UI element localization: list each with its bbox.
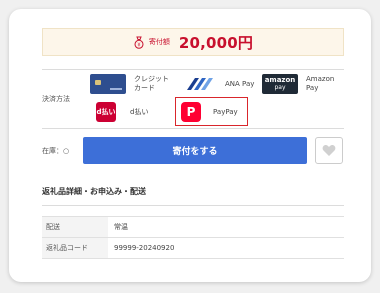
details-section-title: 返礼品詳細・お申込み・配送 bbox=[42, 187, 146, 196]
payment-option-paypay[interactable]: P PayPay bbox=[175, 97, 248, 126]
table-value-cell: 常温 bbox=[108, 216, 344, 238]
svg-text:¥: ¥ bbox=[137, 42, 140, 48]
amazon-logo-pay-text: pay bbox=[274, 84, 286, 91]
payment-option-amazon-pay[interactable]: amazon pay Amazon Pay bbox=[262, 74, 334, 94]
amazon-pay-label-line1: Amazon bbox=[306, 75, 335, 83]
payment-option-credit-card[interactable]: クレジット カード bbox=[90, 74, 169, 94]
credit-card-label-line1: クレジット bbox=[134, 75, 169, 83]
paypay-label: PayPay bbox=[213, 107, 238, 116]
d-barai-icon: d払い bbox=[96, 102, 116, 122]
donation-amount-box: ¥ 寄付額 20,000円 bbox=[42, 28, 344, 56]
d-barai-label: d払い bbox=[130, 107, 149, 116]
heart-icon bbox=[322, 145, 336, 156]
table-header-cell: 配送 bbox=[42, 216, 108, 238]
stock-label: 在庫： bbox=[42, 147, 63, 155]
table-header-cell: 返礼品コード bbox=[42, 237, 108, 259]
payment-option-d-barai[interactable]: d払い d払い bbox=[96, 102, 148, 122]
stock-status: 在庫：○ bbox=[42, 146, 69, 156]
stock-value: ○ bbox=[63, 147, 70, 155]
money-bag-icon: ¥ bbox=[134, 36, 144, 49]
amount-label: 寄付額 bbox=[148, 38, 170, 46]
ana-pay-icon bbox=[187, 78, 213, 90]
amount-value: 20,000円 bbox=[178, 33, 254, 52]
divider bbox=[42, 128, 344, 129]
payment-option-ana-pay[interactable]: ANA Pay bbox=[181, 74, 254, 94]
d-barai-logo-text: d払い bbox=[96, 107, 116, 116]
donate-button[interactable]: 寄付をする bbox=[83, 137, 307, 164]
amazon-pay-label-line2: Pay bbox=[306, 84, 319, 92]
divider bbox=[42, 205, 344, 206]
details-table: 配送 常温 返礼品コード 99999-20240920 bbox=[42, 216, 344, 259]
ana-pay-label: ANA Pay bbox=[225, 79, 255, 88]
payment-method-label: 決済方法 bbox=[42, 95, 70, 103]
favorite-button[interactable] bbox=[315, 137, 343, 164]
table-value-cell: 99999-20240920 bbox=[108, 237, 344, 259]
credit-card-label-line2: カード bbox=[134, 84, 155, 92]
amazon-pay-icon: amazon pay bbox=[262, 74, 298, 94]
table-row: 配送 常温 bbox=[42, 216, 344, 238]
paypay-icon: P bbox=[181, 101, 201, 122]
paypay-logo-text: P bbox=[186, 104, 196, 119]
table-row: 返礼品コード 99999-20240920 bbox=[42, 237, 344, 259]
credit-card-icon bbox=[90, 74, 126, 94]
divider bbox=[42, 69, 344, 70]
amazon-logo-text: amazon bbox=[264, 76, 296, 84]
